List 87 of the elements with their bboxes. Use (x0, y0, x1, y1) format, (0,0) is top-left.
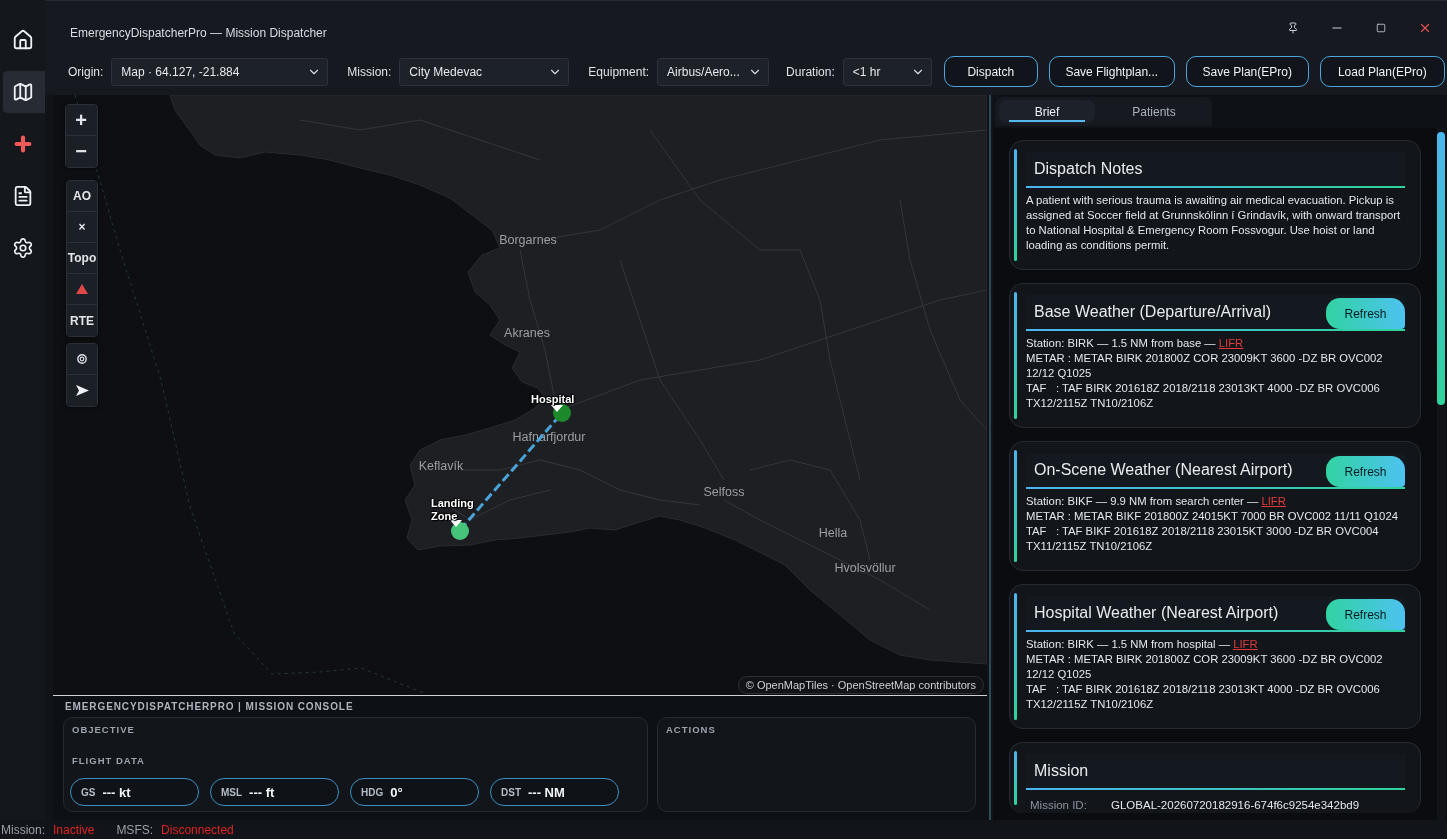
dropdown-select[interactable]: Map · 64.127, -21.884 (111, 57, 329, 86)
flight-category-link[interactable]: LIFR (1233, 638, 1258, 650)
pin-icon[interactable] (1287, 22, 1299, 34)
station-text: Station: BIRK — 1.5 NM from base — LIFR (1026, 336, 1245, 351)
station-text: Station: BIRK — 1.5 NM from hospital — LIFR (1026, 637, 1259, 652)
readout-label: HDG (361, 786, 384, 798)
place-label: Hella (818, 526, 848, 540)
status-label: MSFS: (116, 822, 154, 837)
document-icon (12, 185, 34, 207)
readout-value: --- NM (528, 784, 565, 800)
map-control-button[interactable]: RTE (67, 305, 97, 336)
toolbar-button[interactable]: Save Plan(EPro) (1185, 56, 1309, 87)
status-value: Inactive (53, 822, 95, 837)
place-label: Keflavík (418, 459, 464, 473)
field-label: Equipment: (588, 64, 650, 79)
map-control-button[interactable]: AO (67, 181, 97, 212)
readout-label: MSL (221, 786, 243, 798)
scrollbar-thumb[interactable] (1437, 132, 1445, 405)
dropdown-select[interactable]: City Medevac (399, 57, 570, 86)
dropdown-select[interactable]: <1 hr (842, 57, 932, 86)
settings-icon (12, 237, 34, 259)
field-label: Origin: (68, 64, 104, 79)
place-label: Akranes (504, 326, 550, 340)
marker-pointer-icon (450, 520, 462, 527)
marker-dot-icon[interactable] (451, 522, 469, 540)
close-icon[interactable] (1418, 21, 1432, 35)
arrow-pointer-icon (75, 385, 89, 396)
map-control-button[interactable]: × (67, 212, 97, 243)
toolbar-button[interactable]: Load Plan(EPro) (1319, 56, 1445, 87)
map-control-button[interactable] (67, 344, 97, 375)
medical-cross-icon (12, 133, 34, 155)
card-title: On-Scene Weather (Nearest Airport) (1034, 461, 1293, 479)
map-control-button[interactable]: + (66, 105, 96, 136)
maximize-icon[interactable] (1376, 23, 1386, 33)
card-title: Hospital Weather (Nearest Airport) (1034, 604, 1279, 622)
metar-text: METAR : METAR BIRK 201800Z COR 23009KT 3600 -DZ BR OVC002 12/12 Q1025 (1026, 652, 1384, 682)
field-value: GLOBAL-20260720182916-674f6c9254e342bd9 (1111, 798, 1360, 813)
flight-category-link[interactable]: LIFR (1261, 495, 1286, 507)
station-text: Station: BIKF — 9.9 NM from search center — LIFR (1026, 494, 1287, 509)
card-title: Mission (1034, 762, 1089, 780)
marker-pointer-icon (551, 405, 563, 412)
card-title: Base Weather (Departure/Arrival) (1034, 303, 1272, 321)
window-title: EmergencyDispatcherPro — Mission Dispatcher (70, 26, 327, 40)
notes-text: A patient with serious trauma is awaiting air medical evacuation. Pickup is assigned at Soccer field at Grunnskólinn í Grindavík, with onward transport to National Hospital & Emergency Room Fossvogur. Use hoist or land loading as conditions permit. (1026, 193, 1402, 253)
map-control-button[interactable]: Topo (67, 243, 97, 274)
readout-value: --- ft (249, 784, 275, 800)
panel-heading: FLIGHT DATA (72, 755, 146, 767)
place-label: Borgarnes (499, 233, 557, 247)
status-value: Disconnected (161, 822, 234, 837)
metar-text: METAR : METAR BIRK 201800Z COR 23009KT 3600 -DZ BR OVC002 12/12 Q1025 (1026, 351, 1384, 381)
panel-tab[interactable]: Brief (999, 100, 1095, 123)
panel-heading: OBJECTIVE (72, 724, 136, 736)
readout-value: 0° (390, 784, 403, 800)
card-title: Dispatch Notes (1034, 160, 1143, 178)
place-label: Selfoss (703, 485, 745, 499)
readout-value: --- kt (102, 784, 131, 800)
map-icon (12, 81, 34, 103)
map-control-button[interactable]: − (66, 136, 96, 167)
status-label: Mission: (1, 822, 45, 837)
home-icon (12, 29, 34, 51)
marker-label: Hospital (531, 393, 575, 406)
triangle-icon (76, 284, 88, 294)
toolbar-button[interactable]: Save Flightplan... (1048, 56, 1175, 87)
console-title: EMERGENCYDISPATCHERPRO | MISSION CONSOLE (65, 701, 355, 713)
field-label: Mission ID: (1030, 798, 1088, 813)
panel-heading: ACTIONS (666, 724, 717, 736)
taf-text: TAF : TAF BIRK 201618Z 2018/2118 23013KT 4000 -DZ BR OVC006 TX12/2115Z TN10/2106Z (1026, 682, 1381, 712)
field-label: Duration: (786, 64, 835, 79)
target-icon (77, 354, 87, 364)
place-label: Hvolsvöllur (834, 561, 896, 575)
readout-label: DST (501, 786, 521, 798)
dropdown-select[interactable]: Airbus/Aero... (657, 57, 770, 86)
taf-text: TAF : TAF BIRK 201618Z 2018/2118 23013KT 4000 -DZ BR OVC006 TX12/2115Z TN10/2106Z (1026, 381, 1381, 411)
refresh-button[interactable]: Refresh (1326, 298, 1405, 329)
flight-category-link[interactable]: LIFR (1218, 337, 1244, 349)
marker-label: Landing Zone (431, 497, 474, 523)
map-control-button[interactable] (67, 375, 97, 406)
taf-text: TAF : TAF BIKF 201618Z 2018/2118 23015KT 3000 -DZ BR OVC004 TX11/2115Z TN10/2106Z (1026, 524, 1380, 554)
refresh-button[interactable]: Refresh (1326, 599, 1405, 630)
metar-text: METAR : METAR BIKF 201800Z 24015KT 7000 BR OVC002 11/11 Q1024 (1026, 509, 1399, 524)
nav-button[interactable] (3, 71, 45, 113)
refresh-button[interactable]: Refresh (1326, 456, 1405, 487)
panel-tab[interactable]: Patients (1106, 100, 1202, 123)
readout-label: GS (81, 786, 96, 798)
field-label: Mission: (347, 64, 392, 79)
map-attribution: © OpenMapTiles · OpenStreetMap contributors (737, 676, 984, 694)
toolbar-button[interactable]: Dispatch (943, 56, 1038, 87)
